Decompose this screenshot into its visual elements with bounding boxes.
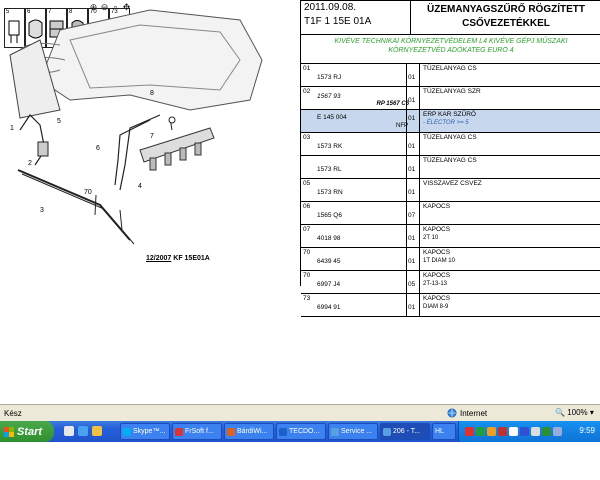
callout-7: 7	[150, 133, 154, 140]
table-row[interactable]: 03 1573 RK 01 TÜZELANYAG CS	[301, 132, 600, 155]
table-row-selected[interactable]: E 145 004 NFP 01 ERP KAR SZŰRŐ - ÉLECTOR …	[301, 109, 600, 132]
callout-4: 4	[138, 183, 142, 190]
task-service[interactable]: Service ...	[328, 423, 378, 440]
callout-2: 2	[28, 160, 32, 167]
windows-taskbar: Start Skype™... FrSoft f... BárdiWi... T…	[0, 421, 600, 442]
caption-date: 12/2007	[146, 255, 172, 262]
app-icon	[227, 427, 235, 436]
diagram-caption: 12/2007 KF 15E01A	[146, 255, 210, 262]
status-text: Kész	[4, 409, 22, 418]
tray-icon[interactable]	[531, 427, 540, 436]
table-row[interactable]: 07 4018 98 01 KAPOCS 2T 10	[301, 224, 600, 247]
task-hl[interactable]: HL	[432, 423, 456, 440]
header-date: 2011.09.08.	[304, 2, 357, 13]
show-desktop-icon[interactable]	[64, 426, 74, 436]
callout-70: 70	[84, 189, 92, 196]
windows-logo-icon	[4, 426, 14, 437]
table-row[interactable]: 02 1567 93 RP 1567 C6 01 TÜZELANYAG SZR	[301, 86, 600, 109]
callout-8: 8	[150, 90, 154, 97]
skype-icon	[123, 427, 131, 436]
callout-6: 6	[96, 145, 100, 152]
app-icon	[175, 427, 183, 436]
task-skype[interactable]: Skype™...	[120, 423, 170, 440]
table-row[interactable]: 05 1573 RN 01 VISSZAVEZ CSVEZ	[301, 178, 600, 201]
header-title: ÜZEMANYAGSZŰRŐ RÖGZÍTETT CSŐVEZETÉKKEL	[411, 1, 600, 35]
tray-icon[interactable]	[509, 427, 518, 436]
ie-icon	[383, 427, 391, 436]
globe-icon	[447, 408, 457, 418]
task-bardiwin[interactable]: BárdiWi...	[224, 423, 274, 440]
tray-icon[interactable]	[465, 427, 474, 436]
task-tecdoc[interactable]: TECDO...	[276, 423, 326, 440]
header-info: 2011.09.08. T1F 1 15E 01A	[301, 1, 411, 35]
ie-icon	[331, 427, 339, 436]
ie-quicklaunch-icon[interactable]	[78, 426, 88, 436]
parts-rows: 01 1573 RJ 01 TÜZELANYAG CS 02 1567 93 R…	[301, 63, 600, 317]
security-zone: Internet	[447, 408, 487, 418]
tray-icon[interactable]	[520, 427, 529, 436]
media-quicklaunch-icon[interactable]	[92, 426, 102, 436]
callout-3: 3	[40, 207, 44, 214]
table-row[interactable]: 06 1565 Q6 07 KAPOCS	[301, 201, 600, 224]
zoom-level[interactable]: 🔍 100% ▾	[555, 408, 594, 417]
table-row[interactable]: 1573 RL 01 TÜZELANYAG CS	[301, 155, 600, 178]
task-frsoft[interactable]: FrSoft f...	[172, 423, 222, 440]
start-button[interactable]: Start	[0, 421, 54, 442]
caption-code: KF 15E01A	[173, 255, 210, 262]
parts-diagram: 5 6 7 8 70 73 ⊕ ⊖ ⌕ ✥ 1 2 3 4 5 6 7 8 70…	[0, 0, 298, 292]
clock[interactable]: 9:59	[579, 426, 595, 435]
task-206[interactable]: 206 - T...	[380, 423, 430, 440]
tray-icon[interactable]	[542, 427, 551, 436]
tray-icon[interactable]	[498, 427, 507, 436]
tray-icon[interactable]	[476, 427, 485, 436]
tray-icon[interactable]	[487, 427, 496, 436]
table-row[interactable]: 01 1573 RJ 01 TÜZELANYAG CS	[301, 63, 600, 86]
callout-5: 5	[57, 118, 61, 125]
header-code: T1F 1 15E 01A	[304, 16, 372, 27]
fuel-line-drawing: 1 2 3 4 5 6 7 8 70	[9, 9, 263, 245]
parts-table: 2011.09.08. T1F 1 15E 01A ÜZEMANYAGSZŰRŐ…	[300, 0, 600, 317]
volume-icon[interactable]	[553, 427, 562, 436]
app-icon	[279, 427, 287, 436]
applicability-note: KIVÉVE TECHNIKAI KÖRNYEZETVÉDELEM L4 KIV…	[334, 38, 568, 54]
browser-status-bar: Kész Internet 🔍 100% ▾	[0, 404, 600, 422]
system-tray: 9:59	[458, 421, 600, 442]
table-row[interactable]: 70 6439 45 01 KAPOCS 1T DIAM 10	[301, 247, 600, 270]
callout-1: 1	[10, 125, 14, 132]
table-row[interactable]: 73 6994 91 01 KAPOCS DIAM 8-9	[301, 293, 600, 317]
table-row[interactable]: 70 6997 J4 05 KAPOCS 2T-13-13	[301, 270, 600, 293]
